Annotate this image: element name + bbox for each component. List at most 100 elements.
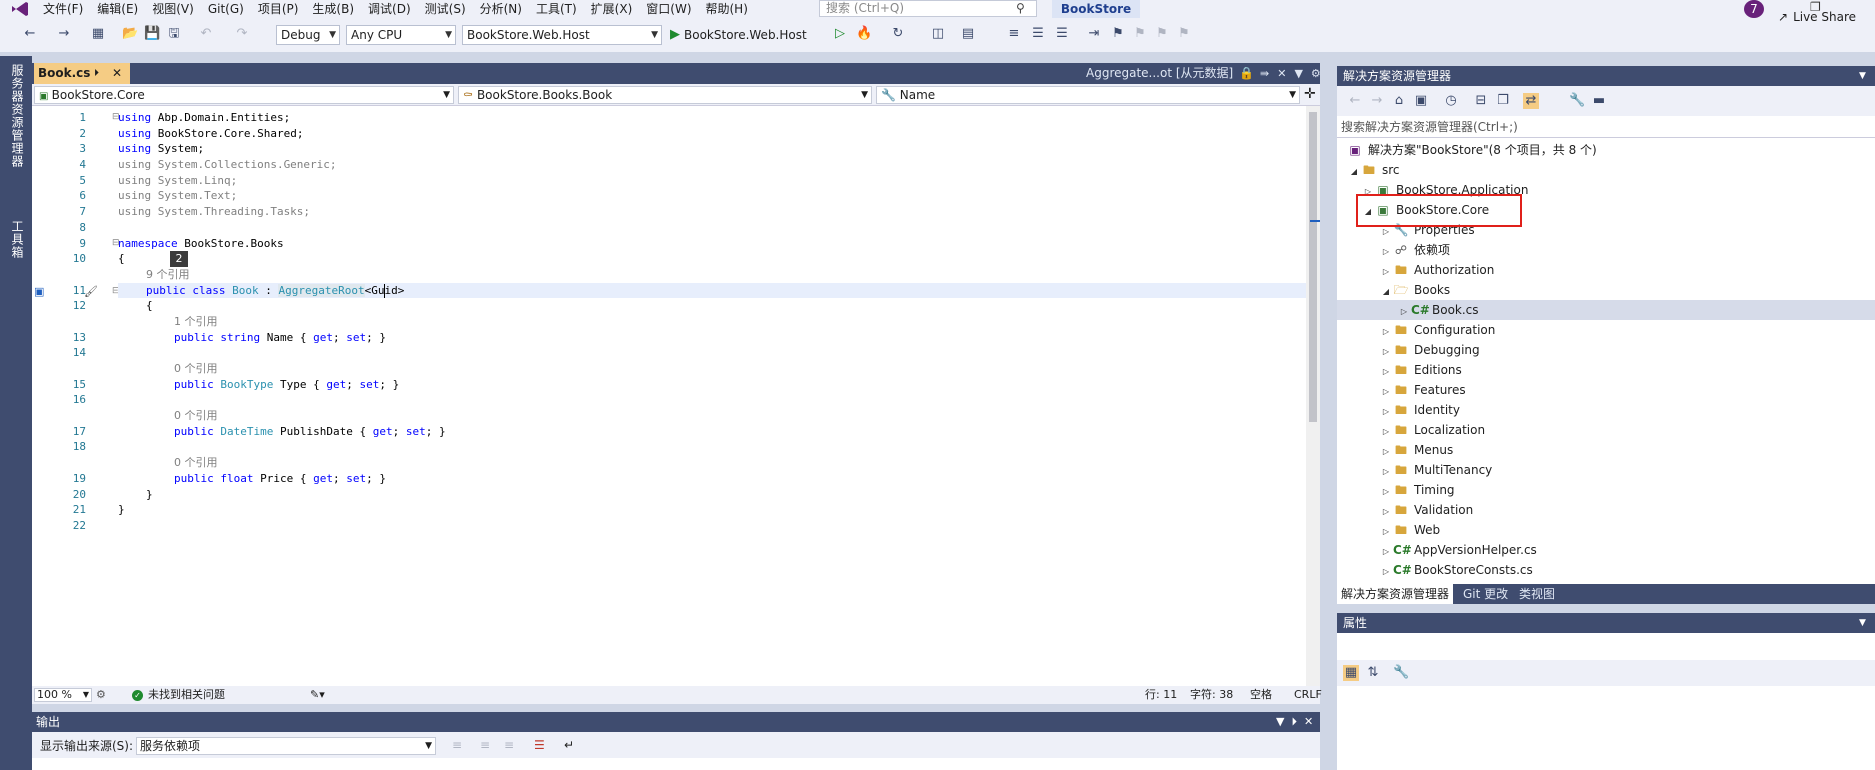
alphabetical-icon[interactable]: ⇅ bbox=[1365, 665, 1381, 681]
tree-item-identity[interactable]: ▷ 🖿 Identity bbox=[1379, 400, 1460, 420]
solution-config-select[interactable]: Debug ▼ bbox=[276, 25, 340, 45]
copilot-icon[interactable]: ⚙ bbox=[96, 688, 106, 701]
search-icon[interactable]: ⚲ bbox=[1016, 1, 1025, 15]
chevron-down-icon[interactable]: ▼ bbox=[1276, 712, 1284, 732]
prev-bookmark-icon[interactable]: ⚑ bbox=[1132, 26, 1148, 42]
start-without-debugging-icon[interactable]: ▷ bbox=[832, 26, 848, 42]
clear-bookmarks-icon[interactable]: ⚑ bbox=[1176, 26, 1192, 42]
close-icon[interactable]: ✕ bbox=[1304, 712, 1313, 732]
collapsed-icon[interactable]: ▷ bbox=[1379, 362, 1393, 382]
pin-icon[interactable]: ⏵ bbox=[94, 63, 99, 84]
tree-item-menus[interactable]: ▷ 🖿 Menus bbox=[1379, 440, 1453, 460]
live-share-button[interactable]: ↗ Live Share bbox=[1778, 8, 1856, 26]
menu-git[interactable]: Git(G) bbox=[201, 0, 251, 18]
tree-item-src[interactable]: ◢ 🖿 src bbox=[1347, 160, 1400, 180]
tree-item-authorization[interactable]: ▷ 🖿 Authorization bbox=[1379, 260, 1494, 280]
home-icon[interactable]: ⌂ bbox=[1391, 93, 1407, 109]
back-icon[interactable]: ← bbox=[1347, 93, 1363, 109]
forward-icon[interactable]: → bbox=[1369, 93, 1385, 109]
collapsed-icon[interactable]: ▷ bbox=[1379, 462, 1393, 482]
redo-icon[interactable]: ↷ bbox=[234, 26, 250, 42]
refresh-icon[interactable]: ↻ bbox=[890, 26, 906, 42]
pin-icon[interactable]: ⏵ bbox=[1291, 712, 1297, 732]
output-source-select[interactable]: 服务依赖项 ▼ bbox=[136, 737, 436, 755]
collapsed-icon[interactable]: ▷ bbox=[1379, 402, 1393, 422]
collapsed-icon[interactable]: ▷ bbox=[1379, 542, 1393, 562]
open-folder-icon[interactable]: 📂 bbox=[122, 26, 138, 42]
collapsed-icon[interactable]: ▷ bbox=[1379, 422, 1393, 442]
tree-item-multitenancy[interactable]: ▷ 🖿 MultiTenancy bbox=[1379, 460, 1492, 480]
column-indicator[interactable]: 字符: 38 bbox=[1190, 686, 1233, 704]
save-all-icon[interactable]: 🖫 bbox=[166, 26, 182, 42]
tree-item-localization[interactable]: ▷ 🖿 Localization bbox=[1379, 420, 1485, 440]
prev-message-icon[interactable]: ≡ bbox=[480, 738, 490, 752]
codelens-references[interactable]: 0 个引用 bbox=[118, 361, 1306, 377]
back-icon[interactable]: ← bbox=[22, 26, 38, 42]
tree-item-features[interactable]: ▷ 🖿 Features bbox=[1379, 380, 1466, 400]
layout-icon[interactable]: ▤ bbox=[960, 26, 976, 42]
forward-icon[interactable]: → bbox=[56, 26, 72, 42]
cleanup-icon[interactable]: ✎▾ bbox=[310, 686, 325, 704]
collapsed-icon[interactable]: ▷ bbox=[1379, 522, 1393, 542]
scrollbar-thumb[interactable] bbox=[1309, 112, 1317, 422]
tree-item-book-cs[interactable]: ▷ C# Book.cs bbox=[1337, 300, 1875, 320]
tab-book-cs[interactable]: Book.cs ⏵ ✕ bbox=[34, 63, 130, 84]
solution-explorer-search[interactable]: 搜索解决方案资源管理器(Ctrl+;) bbox=[1337, 116, 1875, 138]
collapsed-icon[interactable]: ▷ bbox=[1379, 482, 1393, 502]
codelens-references[interactable]: 1 个引用 bbox=[118, 314, 1306, 330]
tree-item-debugging[interactable]: ▷ 🖿 Debugging bbox=[1379, 340, 1480, 360]
collapsed-icon[interactable]: ▷ bbox=[1397, 302, 1411, 322]
server-explorer-tab[interactable]: 服务器资源管理器 bbox=[9, 64, 26, 168]
pending-changes-filter-icon[interactable]: ◷ bbox=[1443, 93, 1459, 109]
collapsed-icon[interactable]: ▷ bbox=[1379, 562, 1393, 582]
issues-indicator[interactable]: ✓ 未找到相关问题 bbox=[132, 686, 225, 704]
line-ending-indicator[interactable]: CRLF bbox=[1294, 686, 1322, 704]
menu-analyze[interactable]: 分析(N) bbox=[473, 0, 529, 18]
categorized-icon[interactable]: ▦ bbox=[1343, 665, 1359, 681]
platform-select[interactable]: Any CPU ▼ bbox=[346, 25, 456, 45]
chevron-down-icon[interactable]: ▼ bbox=[1859, 66, 1866, 86]
menu-file[interactable]: 文件(F) bbox=[36, 0, 90, 18]
format-icon[interactable]: ≡ bbox=[1006, 26, 1022, 42]
tree-item-dependencies[interactable]: ▷ ☍ 依赖项 bbox=[1379, 240, 1450, 260]
menu-tools[interactable]: 工具(T) bbox=[529, 0, 584, 18]
output-text-area[interactable] bbox=[32, 758, 1320, 770]
menu-window[interactable]: 窗口(W) bbox=[639, 0, 698, 18]
close-icon[interactable]: ✕ bbox=[112, 63, 122, 84]
collapsed-icon[interactable]: ▷ bbox=[1379, 322, 1393, 342]
collapsed-icon[interactable]: ▷ bbox=[1379, 382, 1393, 402]
split-editor-icon[interactable]: ✛ bbox=[1304, 86, 1316, 102]
gear-icon[interactable]: ⚙ bbox=[1311, 63, 1321, 84]
tree-item-books[interactable]: ◢ 🗁 Books bbox=[1379, 280, 1450, 300]
collapse-all-icon[interactable]: ⊟ bbox=[1473, 93, 1489, 109]
menu-debug[interactable]: 调试(D) bbox=[361, 0, 418, 18]
browser-link-icon[interactable]: ◫ bbox=[930, 26, 946, 42]
save-icon[interactable]: 💾 bbox=[144, 26, 160, 42]
uncomment-icon[interactable]: ☰ bbox=[1054, 26, 1070, 42]
expanded-icon[interactable]: ◢ bbox=[1347, 162, 1361, 182]
tab-git-changes[interactable]: Git 更改 bbox=[1459, 584, 1512, 604]
menu-build[interactable]: 生成(B) bbox=[305, 0, 361, 18]
sync-active-document-icon[interactable]: ⇄ bbox=[1523, 93, 1539, 109]
keep-open-icon[interactable]: ⇛ bbox=[1260, 63, 1269, 84]
property-pages-wrench-icon[interactable]: 🔧 bbox=[1393, 665, 1409, 681]
clear-all-icon[interactable]: ☰ bbox=[534, 738, 545, 752]
startup-project-select[interactable]: BookStore.Web.Host ▼ bbox=[462, 25, 662, 45]
bookmark-icon[interactable]: ⚑ bbox=[1110, 26, 1126, 42]
zoom-select[interactable]: 100 % ▼ bbox=[34, 688, 92, 702]
menu-edit[interactable]: 编辑(E) bbox=[90, 0, 145, 18]
expanded-icon[interactable]: ◢ bbox=[1379, 282, 1393, 302]
codelens-references[interactable]: 9 个引用 bbox=[118, 267, 1306, 283]
line-indicator[interactable]: 行: 11 bbox=[1145, 686, 1177, 704]
quick-actions-icon[interactable]: 🖌 bbox=[84, 285, 98, 298]
breakpoint-margin-icon[interactable]: ▣ bbox=[34, 285, 44, 298]
indent-icon[interactable]: ⇥ bbox=[1086, 26, 1102, 42]
hot-reload-icon[interactable]: 🔥 bbox=[856, 26, 872, 42]
show-all-files-icon[interactable]: ❐ bbox=[1495, 93, 1511, 109]
tab-class-view[interactable]: 类视图 bbox=[1515, 584, 1559, 604]
tree-item-configuration[interactable]: ▷ 🖿 Configuration bbox=[1379, 320, 1495, 340]
codelens-references[interactable]: 0 个引用 bbox=[118, 455, 1306, 471]
new-project-icon[interactable]: ▦ bbox=[90, 26, 106, 42]
tab-solution-explorer[interactable]: 解决方案资源管理器 bbox=[1337, 584, 1454, 604]
next-bookmark-icon[interactable]: ⚑ bbox=[1154, 26, 1170, 42]
